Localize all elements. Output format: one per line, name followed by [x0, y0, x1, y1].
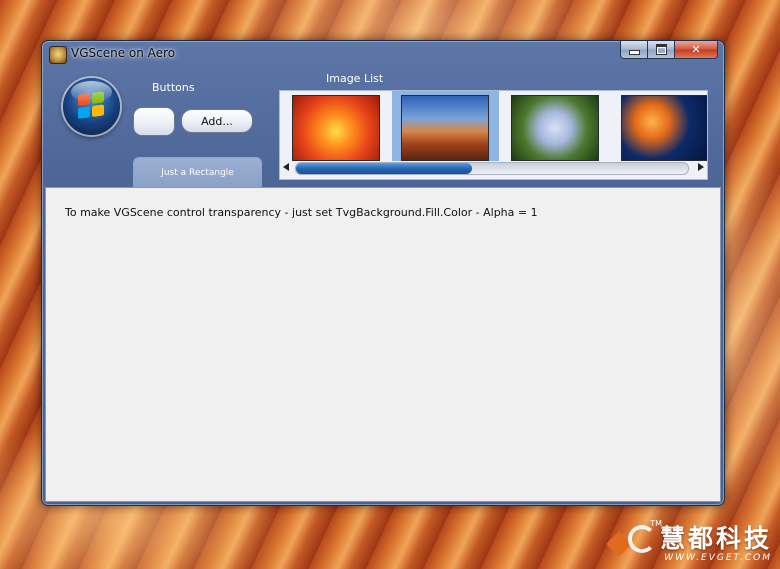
watermark: TM 慧都科技 WWW.EVGET.COM — [606, 519, 772, 563]
image-thumbnail-jellyfish[interactable] — [621, 95, 707, 161]
watermark-text: 慧都科技 — [659, 524, 772, 553]
content-panel: To make VGScene control transparency - j… — [45, 187, 721, 502]
image-list — [279, 90, 708, 180]
tab-just-a-rectangle[interactable]: Just a Rectangle — [133, 157, 262, 188]
windows-orb-button[interactable] — [63, 78, 120, 135]
blank-button[interactable] — [133, 107, 175, 136]
window-controls: ✕ — [620, 41, 718, 59]
app-icon[interactable] — [49, 46, 67, 64]
image-list-label: Image List — [326, 72, 384, 85]
scrollbar-thumb[interactable] — [296, 163, 473, 174]
close-button[interactable]: ✕ — [675, 41, 718, 59]
content-text: To make VGScene control transparency - j… — [65, 206, 538, 219]
minimize-icon — [628, 50, 640, 55]
scroll-right-arrow-icon[interactable] — [698, 163, 704, 171]
trademark-label: TM — [650, 519, 662, 528]
watermark-url: WWW.EVGET.COM — [664, 553, 772, 563]
add-button[interactable]: Add... — [181, 109, 253, 133]
window-title: VGScene on Aero — [71, 46, 176, 60]
image-thumbnail-red-flower[interactable] — [292, 95, 380, 161]
app-window: VGScene on Aero ✕ Buttons Add... Just a … — [41, 40, 725, 506]
minimize-button[interactable] — [620, 41, 648, 59]
maximize-icon — [655, 44, 667, 55]
horizontal-scrollbar[interactable] — [295, 162, 689, 175]
evget-logo-icon: TM — [606, 519, 662, 563]
image-thumbnail-hydrangea[interactable] — [511, 95, 599, 161]
buttons-label: Buttons — [152, 81, 195, 94]
maximize-button[interactable] — [648, 41, 675, 59]
close-icon: ✕ — [691, 43, 701, 56]
image-thumbnail-desert-mesa[interactable] — [401, 95, 489, 161]
title-bar[interactable]: VGScene on Aero ✕ — [42, 41, 724, 67]
scroll-left-arrow-icon[interactable] — [283, 163, 289, 171]
